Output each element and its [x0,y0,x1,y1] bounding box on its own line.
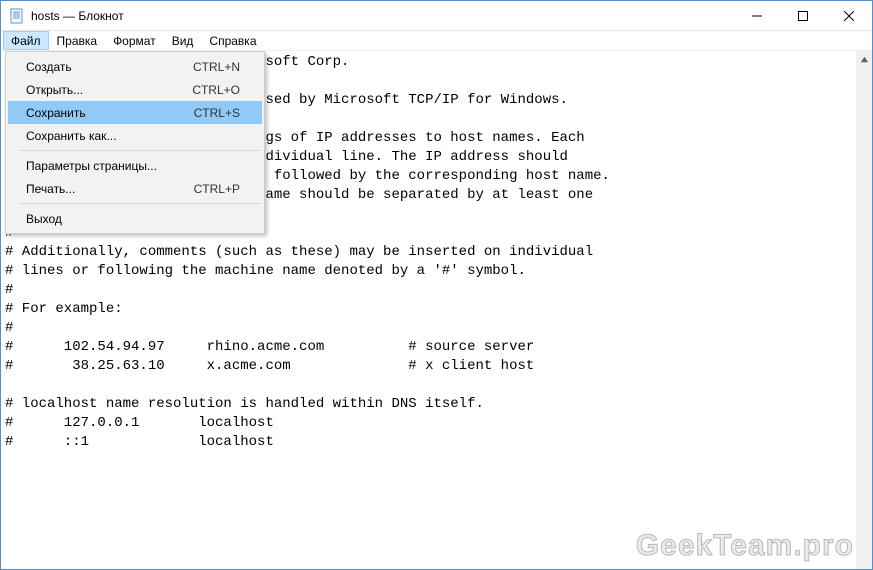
window-title: hosts — Блокнот [31,9,124,23]
menu-item-print[interactable]: Печать... CTRL+P [8,177,262,200]
menu-item-label: Открыть... [26,83,192,97]
window-controls [734,1,872,30]
menu-item-label: Печать... [26,182,194,196]
menu-item-shortcut: CTRL+S [194,106,240,120]
menu-item-shortcut: CTRL+O [192,83,240,97]
menu-item-shortcut: CTRL+N [193,60,240,74]
menubar: Файл Правка Формат Вид Справка [1,31,872,51]
menu-item-save[interactable]: Сохранить CTRL+S [8,101,262,124]
scroll-up-arrow[interactable] [856,51,872,68]
menu-item-label: Сохранить как... [26,129,240,143]
vertical-scrollbar[interactable] [855,51,872,569]
menu-format[interactable]: Формат [105,31,164,50]
menu-item-new[interactable]: Создать CTRL+N [8,55,262,78]
menu-item-label: Параметры страницы... [26,159,240,173]
menu-separator [20,203,261,204]
menu-item-label: Выход [26,212,240,226]
menu-item-shortcut: CTRL+P [194,182,240,196]
menu-item-label: Сохранить [26,106,194,120]
minimize-button[interactable] [734,1,780,30]
notepad-icon [9,8,25,24]
content-area: # Copyright (c) 1993-2009 Microsoft Corp… [1,51,872,569]
file-dropdown-menu: Создать CTRL+N Открыть... CTRL+O Сохрани… [5,51,265,234]
menu-item-save-as[interactable]: Сохранить как... [8,124,262,147]
menu-item-page-setup[interactable]: Параметры страницы... [8,154,262,177]
menu-file[interactable]: Файл [3,31,49,50]
close-button[interactable] [826,1,872,30]
menu-item-open[interactable]: Открыть... CTRL+O [8,78,262,101]
menu-item-exit[interactable]: Выход [8,207,262,230]
maximize-button[interactable] [780,1,826,30]
titlebar: hosts — Блокнот [1,1,872,31]
menu-separator [20,150,261,151]
menu-edit[interactable]: Правка [49,31,106,50]
menu-item-label: Создать [26,60,193,74]
menu-help[interactable]: Справка [201,31,264,50]
menu-view[interactable]: Вид [164,31,202,50]
